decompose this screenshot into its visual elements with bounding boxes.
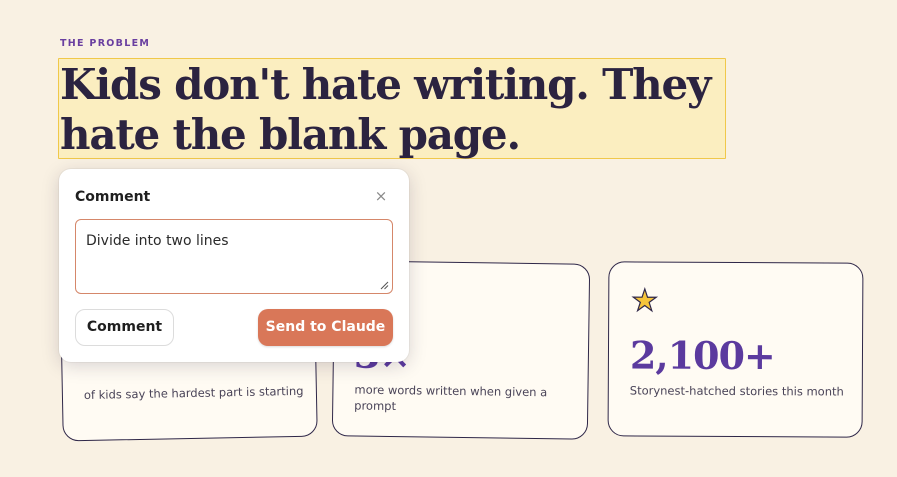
stat-value: 2,100+ [629, 332, 775, 379]
comment-text: Divide into two lines [86, 233, 229, 249]
comment-button[interactable]: Comment [75, 309, 174, 346]
star-icon: ★ [631, 283, 659, 319]
headline-line-2: hate the blank page. [60, 110, 521, 159]
stat-label: Storynest-hatched stories this month [629, 383, 844, 399]
comment-textarea[interactable]: Divide into two lines [75, 219, 393, 294]
stat-label: of kids say the hardest part is starting [83, 383, 304, 403]
headline-line-1: Kids don't hate writing. They [60, 60, 711, 109]
page-headline[interactable]: Kids don't hate writing. They hate the b… [60, 60, 720, 160]
stat-card-stories: ★ 2,100+ Storynest-hatched stories this … [607, 261, 864, 438]
stat-label: more words written when given a prompt [354, 382, 548, 414]
comment-popover-title: Comment [75, 189, 151, 205]
send-to-claude-button[interactable]: Send to Claude [258, 309, 393, 346]
comment-popover: Comment × Divide into two lines Comment … [59, 169, 409, 362]
resize-grip-icon[interactable] [380, 281, 389, 290]
section-eyebrow: THE PROBLEM [60, 38, 151, 49]
close-icon[interactable]: × [371, 186, 391, 206]
